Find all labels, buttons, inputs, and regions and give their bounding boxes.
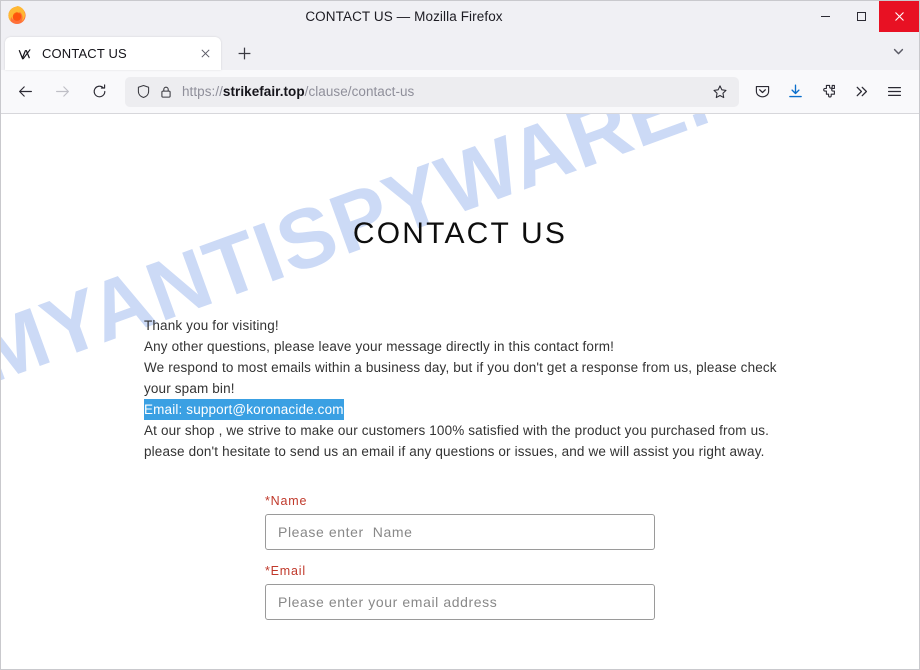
maximize-button[interactable]	[843, 1, 879, 32]
support-email-highlighted[interactable]: Email: support@koronacide.com	[144, 399, 344, 420]
closing-paragraph: At our shop , we strive to make our cust…	[144, 423, 770, 459]
name-field-label: *Name	[265, 494, 308, 508]
bookmark-star-icon[interactable]	[709, 81, 731, 103]
forward-button[interactable]	[46, 76, 78, 108]
overflow-chevrons-icon[interactable]	[845, 76, 878, 108]
tab-title: CONTACT US	[42, 46, 127, 61]
firefox-logo-icon	[6, 4, 28, 26]
app-menu-hamburger-icon[interactable]	[878, 76, 911, 108]
url-host: strikefair.top	[222, 84, 305, 99]
minimize-button[interactable]	[807, 1, 843, 32]
back-button[interactable]	[9, 76, 41, 108]
new-tab-button[interactable]	[229, 38, 259, 68]
close-tab-icon[interactable]	[195, 44, 215, 64]
url-path: /clause/contact-us	[304, 84, 415, 99]
intro-line-3: We respond to most emails within a busin…	[144, 360, 777, 396]
email-input[interactable]	[265, 584, 655, 620]
close-window-button[interactable]	[879, 1, 919, 32]
downloads-icon[interactable]	[779, 76, 812, 108]
email-line-wrapper: Email: support@koronacide.com	[144, 399, 780, 420]
intro-text-block: Thank you for visiting! Any other questi…	[140, 251, 780, 462]
shield-icon[interactable]	[134, 82, 153, 101]
window-controls	[807, 1, 919, 32]
extensions-puzzle-icon[interactable]	[812, 76, 845, 108]
intro-line-2: Any other questions, please leave your m…	[144, 339, 615, 354]
browser-window: CONTACT US — Mozilla Firefox CONTACT US …	[0, 0, 920, 670]
reload-button[interactable]	[83, 76, 115, 108]
list-all-tabs-button[interactable]	[883, 36, 913, 66]
url-scheme: https://	[182, 84, 223, 99]
address-bar[interactable]: https://strikefair.top/clause/contact-us	[125, 76, 739, 107]
intro-line-1: Thank you for visiting!	[144, 318, 279, 333]
page-content: CONTACT US Thank you for visiting! Any o…	[1, 114, 919, 620]
url-text[interactable]: https://strikefair.top/clause/contact-us	[182, 84, 709, 99]
name-input[interactable]	[265, 514, 655, 550]
lock-icon[interactable]	[156, 82, 175, 101]
navigation-toolbar: https://strikefair.top/clause/contact-us	[1, 70, 919, 114]
pocket-icon[interactable]	[746, 76, 779, 108]
window-title: CONTACT US — Mozilla Firefox	[305, 9, 503, 24]
title-bar: CONTACT US — Mozilla Firefox	[1, 1, 919, 32]
tab-strip: CONTACT US	[1, 32, 919, 70]
page-title: CONTACT US	[352, 217, 568, 250]
contact-form: *Name *Email	[265, 462, 655, 620]
page-viewport: MYANTISPYWARE.COM CONTACT US Thank you f…	[1, 114, 919, 668]
email-field-label: *Email	[265, 564, 306, 578]
lv-monogram-favicon-icon	[17, 46, 33, 62]
tab-contact-us[interactable]: CONTACT US	[5, 37, 221, 70]
